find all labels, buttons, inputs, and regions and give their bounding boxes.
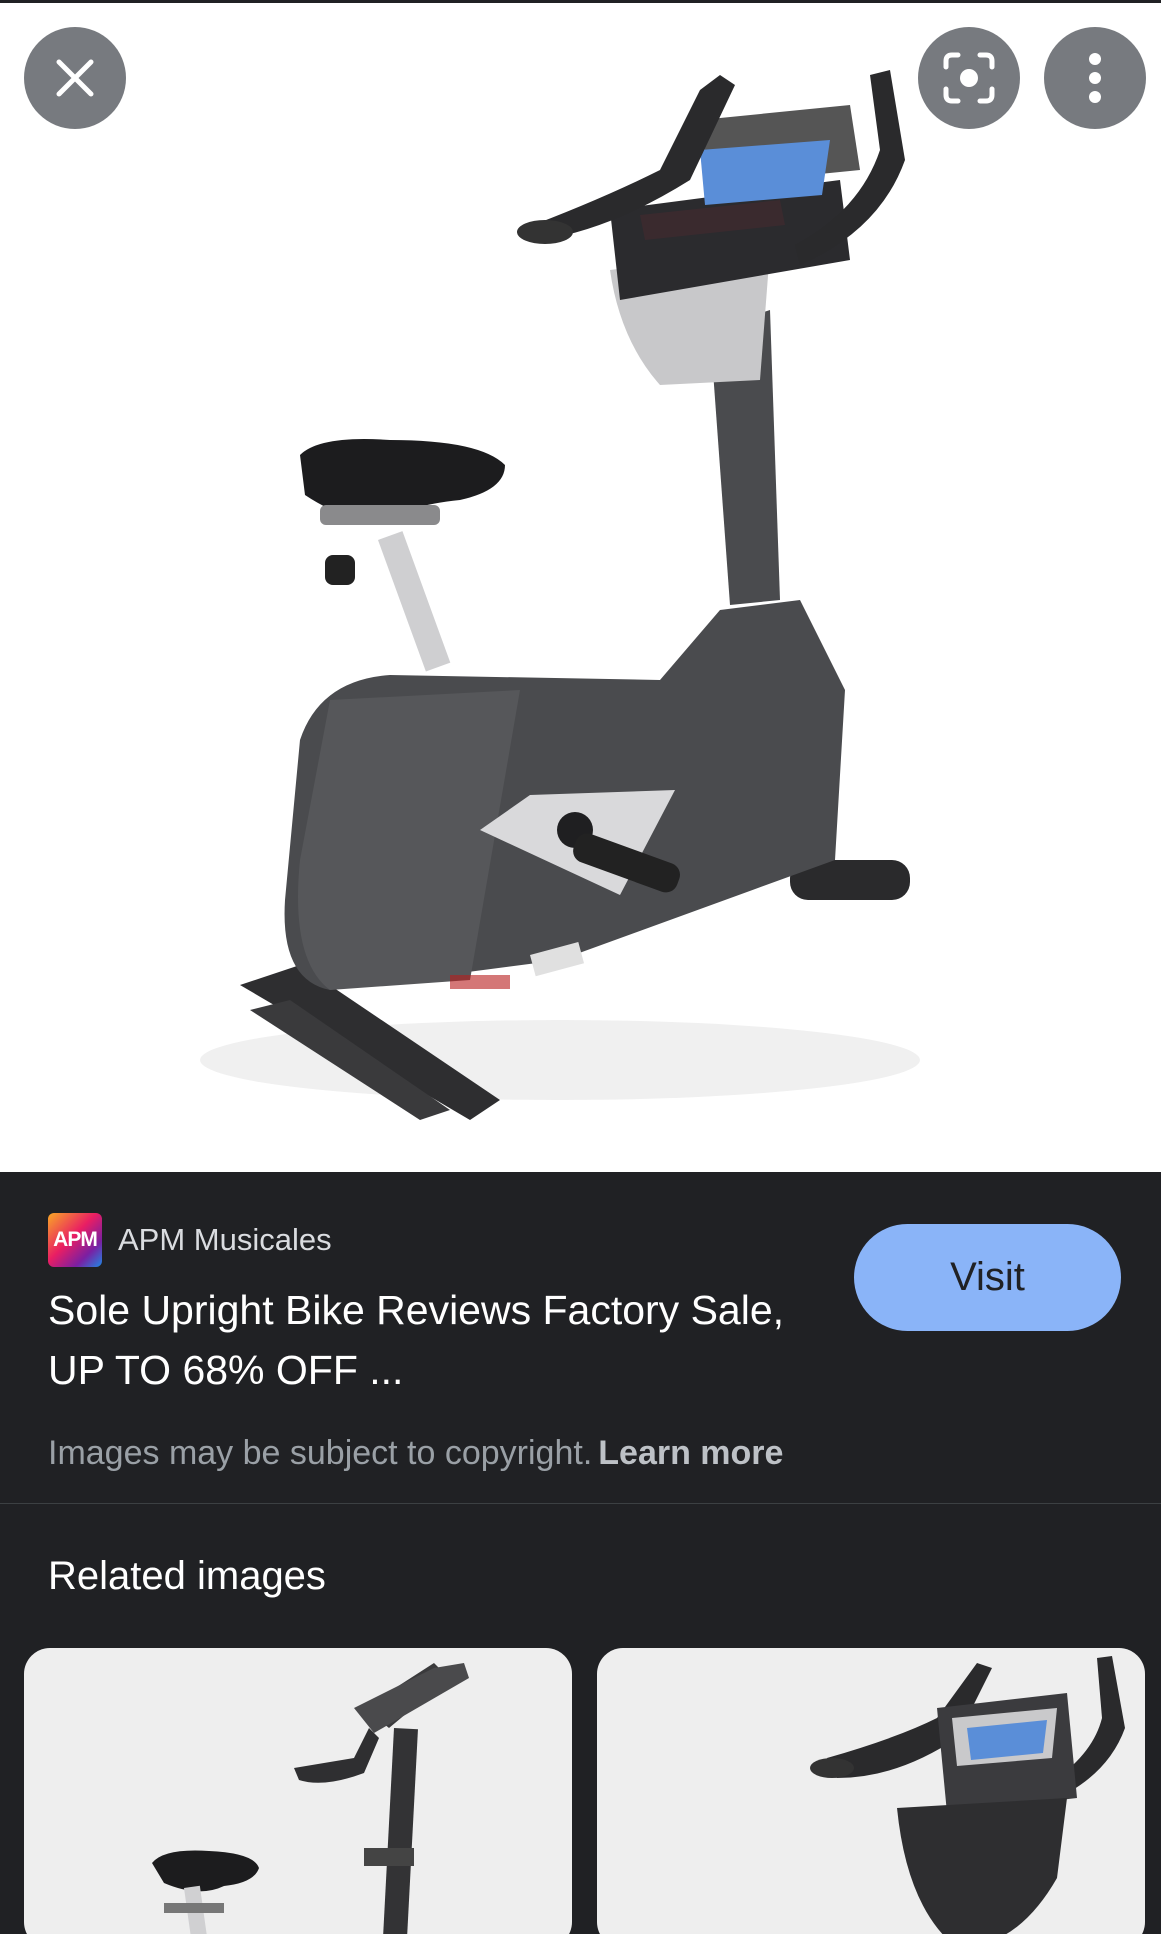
- exercise-bike-image: [200, 70, 920, 1120]
- image-viewer: [0, 0, 1161, 1172]
- related-bike-image: [152, 1663, 469, 1934]
- source-row[interactable]: APM APM Musicales: [48, 1213, 332, 1267]
- copyright-notice: Images may be subject to copyright. Learn…: [48, 1434, 783, 1473]
- result-title[interactable]: Sole Upright Bike Reviews Factory Sale, …: [48, 1280, 788, 1400]
- visit-button[interactable]: Visit: [854, 1224, 1121, 1331]
- related-images-heading: Related images: [48, 1554, 326, 1598]
- site-favicon-icon: APM: [48, 1213, 102, 1267]
- source-name: APM Musicales: [118, 1222, 332, 1257]
- close-icon: [56, 59, 94, 97]
- top-divider: [0, 0, 1161, 3]
- learn-more-link[interactable]: Learn more: [598, 1434, 783, 1472]
- lens-button[interactable]: [918, 27, 1020, 129]
- related-image-tile[interactable]: [24, 1648, 572, 1934]
- related-image-tile[interactable]: [597, 1648, 1145, 1934]
- more-options-button[interactable]: [1044, 27, 1146, 129]
- related-bike-image: [810, 1656, 1125, 1934]
- lens-icon: [943, 52, 995, 104]
- close-button[interactable]: [24, 27, 126, 129]
- result-info-panel: APM APM Musicales Sole Upright Bike Revi…: [0, 1172, 1161, 1504]
- more-vert-icon: [1089, 53, 1101, 103]
- copyright-text: Images may be subject to copyright.: [48, 1434, 593, 1472]
